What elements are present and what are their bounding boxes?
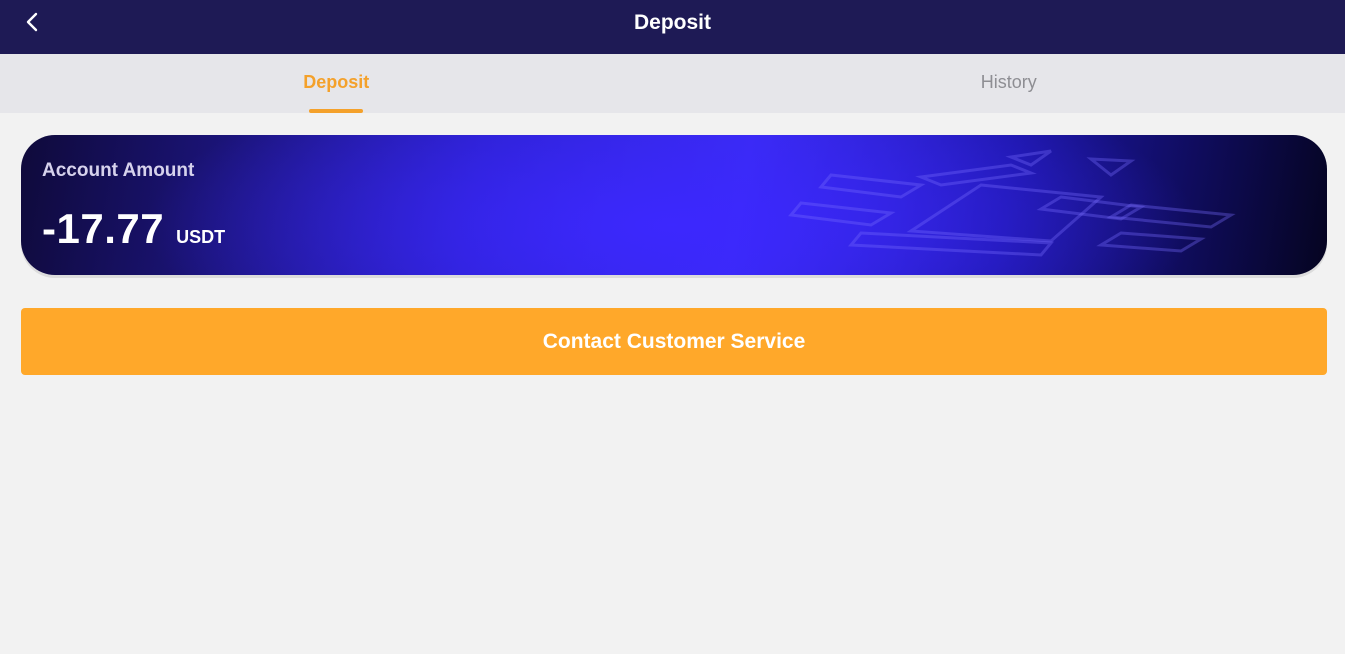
tab-deposit-label: Deposit	[303, 72, 370, 92]
balance-value: -17.77	[42, 205, 165, 252]
tab-deposit[interactable]: Deposit	[0, 54, 673, 113]
account-card: Account Amount -17.77 USDT	[21, 135, 1327, 275]
active-tab-indicator	[309, 109, 364, 113]
account-card-wrapper: Account Amount -17.77 USDT	[21, 135, 1327, 277]
top-bar: Deposit	[0, 0, 1345, 54]
balance-currency: USDT	[176, 227, 226, 247]
tab-history-label: History	[980, 72, 1037, 92]
tab-history[interactable]: History	[673, 54, 1345, 113]
tab-bar: Deposit History	[0, 54, 1345, 113]
account-amount-label: Account Amount	[42, 160, 195, 181]
chevron-left-icon	[26, 12, 38, 32]
account-balance: -17.77 USDT	[42, 205, 225, 253]
page-title: Deposit	[633, 11, 711, 34]
back-button[interactable]	[18, 8, 46, 36]
contact-customer-service-button[interactable]: Contact Customer Service	[21, 308, 1327, 375]
